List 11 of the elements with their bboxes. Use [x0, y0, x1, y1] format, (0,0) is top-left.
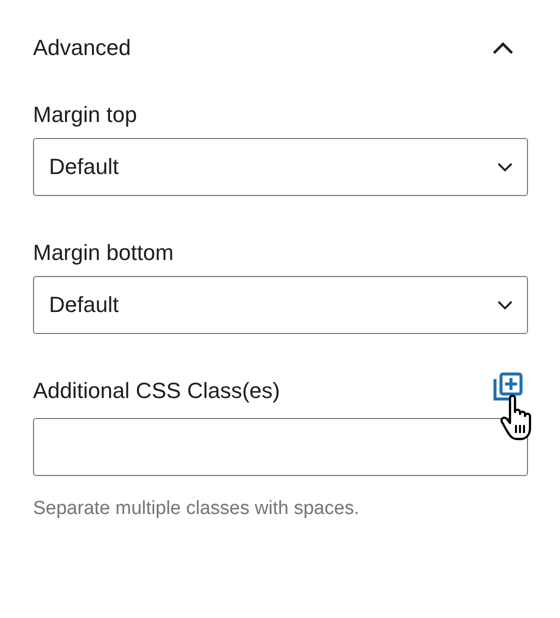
select-field[interactable]: Default	[33, 276, 528, 334]
help-text: Separate multiple classes with spaces.	[33, 498, 360, 520]
field-label: Margin top	[33, 102, 137, 128]
field-label: Additional CSS Class(es)	[33, 378, 280, 404]
panel-title: Advanced	[33, 35, 131, 61]
chevron-down-icon	[497, 300, 513, 310]
select-field[interactable]: Default	[33, 138, 528, 196]
input-field[interactable]	[33, 418, 528, 476]
chevron-down-icon	[497, 162, 513, 172]
field-label: Margin bottom	[33, 240, 174, 266]
chevron-up-icon	[492, 42, 514, 54]
